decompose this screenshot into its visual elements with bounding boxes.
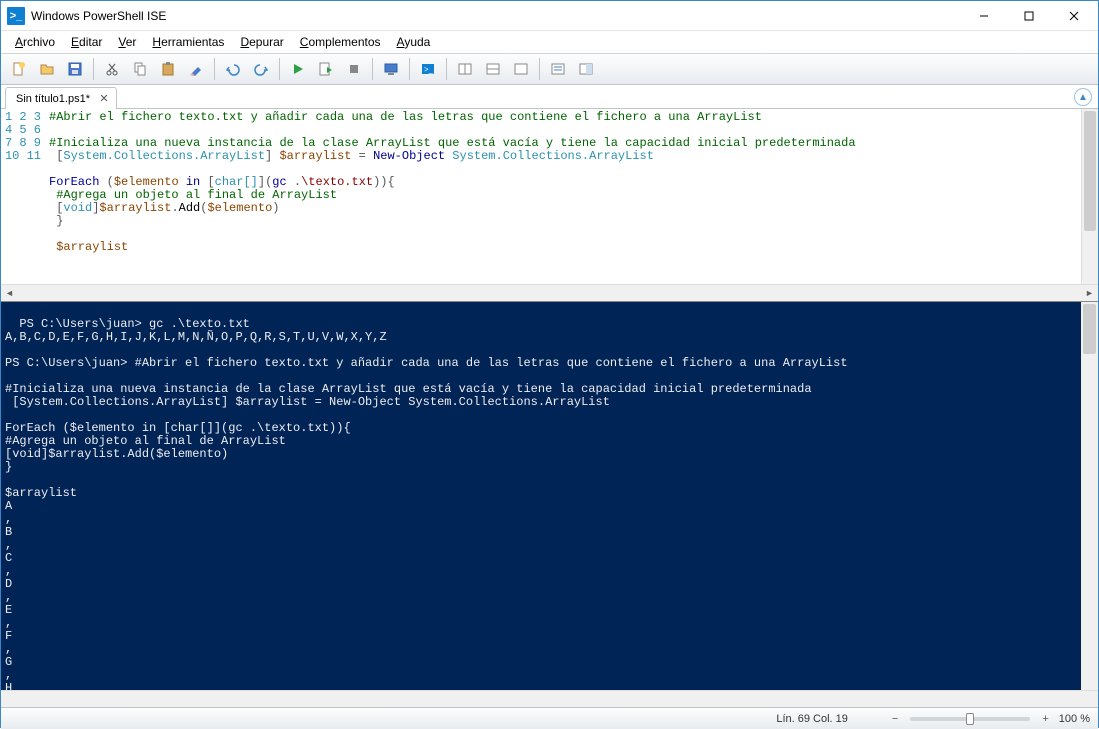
new-file-button[interactable] [7, 57, 31, 81]
show-addons-button[interactable] [574, 57, 598, 81]
stop-button[interactable] [342, 57, 366, 81]
layout-split-button[interactable] [453, 57, 477, 81]
tab-close-icon[interactable]: ✕ [98, 93, 110, 105]
menu-ver[interactable]: Ver [110, 33, 144, 51]
scroll-left-icon[interactable]: ◄ [1, 285, 18, 301]
menu-archivo[interactable]: Archivo [7, 33, 63, 51]
menu-herramientas[interactable]: Herramientas [144, 33, 232, 51]
toolbar: >_ [1, 53, 1098, 85]
console-output: PS C:\Users\juan> gc .\texto.txt A,B,C,D… [5, 317, 848, 690]
show-commands-button[interactable] [546, 57, 570, 81]
tab-label: Sin título1.ps1* [16, 93, 90, 105]
app-icon: >_ [7, 7, 25, 25]
zoom-in-button[interactable]: + [1038, 713, 1052, 725]
close-button[interactable] [1051, 2, 1096, 30]
copy-button[interactable] [128, 57, 152, 81]
console-vscrollbar[interactable] [1081, 302, 1098, 690]
collapse-pane-button[interactable]: ▲ [1074, 88, 1092, 106]
editor-vscrollbar[interactable] [1081, 109, 1098, 284]
undo-button[interactable] [221, 57, 245, 81]
run-button[interactable] [286, 57, 310, 81]
menubar: Archivo Editar Ver Herramientas Depurar … [1, 31, 1098, 53]
zoom-out-button[interactable]: − [888, 713, 902, 725]
scroll-right-icon[interactable]: ► [1081, 285, 1098, 301]
remote-button[interactable] [379, 57, 403, 81]
script-editor[interactable]: 1 2 3 4 5 6 7 8 9 10 11 #Abrir el ficher… [1, 109, 1098, 284]
menu-editar[interactable]: Editar [63, 33, 110, 51]
save-button[interactable] [63, 57, 87, 81]
editor-hscrollbar[interactable]: ◄ ► [1, 284, 1098, 301]
menu-ayuda[interactable]: Ayuda [389, 33, 439, 51]
zoom-level: 100 % [1059, 713, 1090, 725]
powershell-button[interactable]: >_ [416, 57, 440, 81]
paste-button[interactable] [156, 57, 180, 81]
layout-top-button[interactable] [481, 57, 505, 81]
redo-button[interactable] [249, 57, 273, 81]
layout-full-button[interactable] [509, 57, 533, 81]
clear-button[interactable] [184, 57, 208, 81]
window-title: Windows PowerShell ISE [31, 9, 961, 23]
zoom-slider[interactable] [910, 717, 1030, 721]
console-hscrollbar[interactable] [1, 690, 1098, 707]
run-selection-button[interactable] [314, 57, 338, 81]
menu-complementos[interactable]: Complementos [292, 33, 389, 51]
menu-depurar[interactable]: Depurar [232, 33, 291, 51]
line-gutter: 1 2 3 4 5 6 7 8 9 10 11 [1, 109, 49, 284]
svg-text:>_: >_ [424, 65, 434, 74]
minimize-button[interactable] [961, 2, 1006, 30]
console-pane[interactable]: PS C:\Users\juan> gc .\texto.txt A,B,C,D… [1, 301, 1098, 690]
code-area[interactable]: #Abrir el fichero texto.txt y añadir cad… [49, 109, 1098, 284]
statusbar: Lín. 69 Col. 19 − + 100 % [1, 707, 1098, 729]
cut-button[interactable] [100, 57, 124, 81]
tabbar: Sin título1.ps1* ✕ ▲ [1, 85, 1098, 109]
open-file-button[interactable] [35, 57, 59, 81]
titlebar: >_ Windows PowerShell ISE [1, 1, 1098, 31]
cursor-position: Lín. 69 Col. 19 [776, 713, 848, 725]
file-tab[interactable]: Sin título1.ps1* ✕ [5, 87, 117, 109]
maximize-button[interactable] [1006, 2, 1051, 30]
